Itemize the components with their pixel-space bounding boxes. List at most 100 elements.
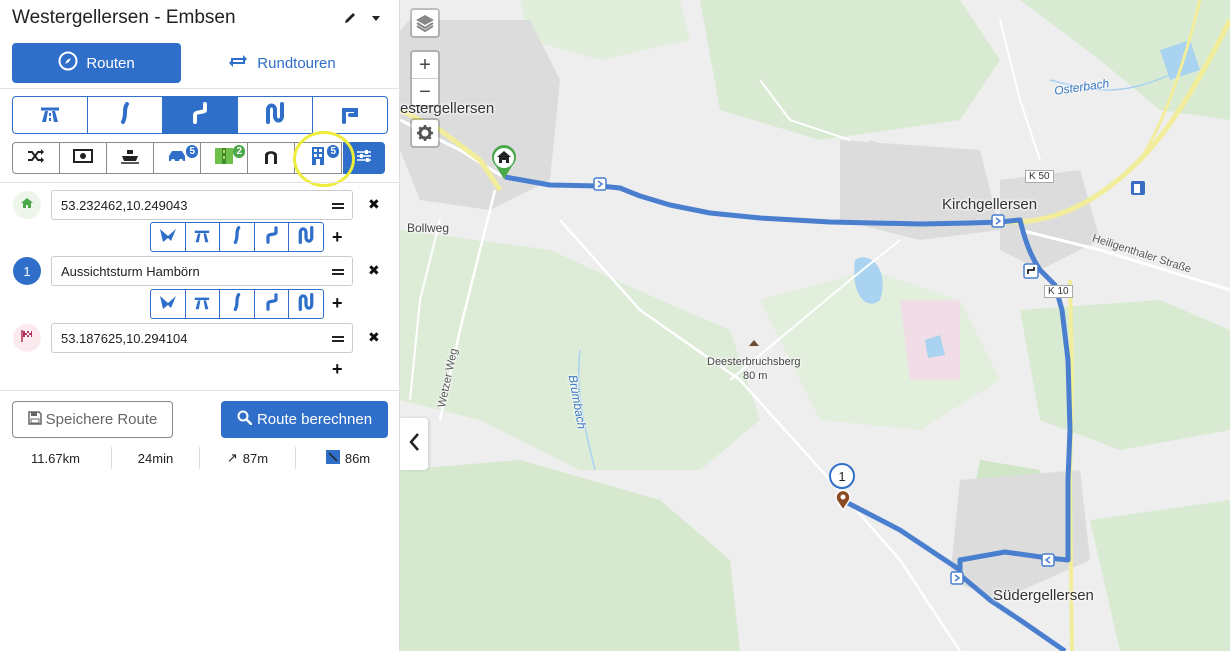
- segment-option-highway[interactable]: [186, 223, 221, 251]
- count-badge: 5: [186, 145, 198, 158]
- map-start-marker[interactable]: [489, 144, 519, 180]
- shuffle-icon: [27, 148, 45, 169]
- add-waypoint-button[interactable]: +: [332, 227, 343, 248]
- chevron-down-icon[interactable]: [372, 15, 380, 21]
- descent-value: 86m: [344, 450, 371, 466]
- car-icon: [166, 148, 188, 169]
- map-canvas: [400, 0, 1230, 651]
- arrow-up-right-icon: ↗: [226, 450, 238, 465]
- road-type-highway[interactable]: [13, 97, 88, 133]
- waypoint-input-1[interactable]: Aussichtsturm Hambörn: [51, 256, 353, 286]
- avoid-car-button[interactable]: 5: [153, 142, 201, 174]
- segment-option-very-curvy[interactable]: [289, 223, 323, 251]
- zoom-out-button[interactable]: −: [412, 79, 438, 105]
- divider: [0, 390, 400, 391]
- start-marker: [13, 191, 41, 219]
- calculate-route-button[interactable]: Route berechnen: [221, 401, 388, 438]
- gentle-curve-icon: [231, 292, 243, 316]
- waypoint-number-marker: 1: [13, 257, 41, 285]
- pencil-icon[interactable]: [342, 10, 358, 26]
- avoid-tunnel-button[interactable]: [247, 142, 295, 174]
- gear-icon[interactable]: [412, 120, 438, 146]
- map-view[interactable]: estergellersen Kirchgellersen Südergelle…: [400, 0, 1230, 651]
- road-type-very-curvy[interactable]: [238, 97, 313, 133]
- waypoint-value: 53.187625,10.294104: [61, 330, 188, 346]
- dirt-road-icon: [214, 147, 234, 170]
- waypoint-number-badge: 1: [829, 463, 855, 489]
- swallow-icon: [159, 294, 177, 315]
- segment-options: [150, 222, 324, 252]
- road-type-gentle[interactable]: [88, 97, 163, 133]
- drag-handle-icon[interactable]: [332, 269, 344, 275]
- add-waypoint-button[interactable]: +: [332, 293, 343, 314]
- drag-handle-icon[interactable]: [332, 203, 344, 209]
- map-settings-control[interactable]: [410, 118, 440, 148]
- tab-routen[interactable]: Routen: [12, 43, 181, 83]
- stat-distance: 11.67km: [0, 447, 112, 469]
- highway-icon: [39, 103, 61, 128]
- sliders-icon: [356, 149, 372, 168]
- route-settings-button[interactable]: [343, 142, 385, 174]
- collapse-sidebar-button[interactable]: [400, 418, 428, 470]
- curvy-road-icon: [264, 225, 280, 249]
- segment-option-gentle[interactable]: [220, 223, 255, 251]
- waypoint-value: Aussichtsturm Hambörn: [61, 263, 200, 279]
- map-waypoint-marker[interactable]: 1: [828, 463, 858, 511]
- peak-label: Deesterbruchsberg: [707, 356, 801, 368]
- app: Westergellersen - Embsen Routen Rundtour…: [0, 0, 1230, 651]
- route-stats: 11.67km 24min ↗ 87m 86m: [0, 447, 400, 469]
- sidebar: Westergellersen - Embsen Routen Rundtour…: [0, 0, 400, 651]
- segment-option-curvy[interactable]: [255, 290, 290, 318]
- road-type-selector: [12, 96, 388, 134]
- ferry-icon: [120, 148, 140, 169]
- drag-handle-icon[interactable]: [332, 336, 344, 342]
- route-title-bar: Westergellersen - Embsen: [12, 6, 388, 30]
- count-badge: 2: [233, 145, 245, 158]
- stat-ascent: ↗ 87m: [200, 447, 296, 469]
- save-route-button[interactable]: Speichere Route: [12, 401, 173, 438]
- curvy-road-icon: [264, 292, 280, 316]
- avoid-toll-button[interactable]: [59, 142, 107, 174]
- layers-icon[interactable]: [412, 10, 438, 36]
- remove-waypoint-button[interactable]: ✖: [368, 196, 380, 213]
- mode-tabs: Routen Rundtouren: [12, 43, 388, 83]
- map-pin-icon: [835, 489, 851, 511]
- place-label-suedergellersen: Südergellersen: [993, 587, 1094, 604]
- road-type-curvy[interactable]: [163, 97, 238, 133]
- waypoint-input-end[interactable]: 53.187625,10.294104: [51, 323, 353, 353]
- swallow-icon: [159, 227, 177, 248]
- avoid-ferry-button[interactable]: [106, 142, 154, 174]
- divider: [0, 182, 400, 183]
- money-toll-icon: [73, 148, 93, 168]
- remove-waypoint-button[interactable]: ✖: [368, 329, 380, 346]
- very-curvy-road-icon: [264, 101, 286, 129]
- place-label-kirchgellersen: Kirchgellersen: [942, 196, 1038, 213]
- layers-control[interactable]: [410, 8, 440, 38]
- segment-option-gentle[interactable]: [220, 290, 255, 318]
- ascent-value: 87m: [242, 450, 269, 466]
- tab-rundtouren[interactable]: Rundtouren: [197, 43, 366, 83]
- count-badge: 5: [327, 145, 339, 158]
- waypoint-input-start[interactable]: 53.232462,10.249043: [51, 190, 353, 220]
- segment-option-swallow[interactable]: [151, 290, 186, 318]
- segment-option-curvy[interactable]: [255, 223, 290, 251]
- segment-option-very-curvy[interactable]: [289, 290, 323, 318]
- zoom-in-button[interactable]: +: [412, 52, 438, 78]
- remove-waypoint-button[interactable]: ✖: [368, 262, 380, 279]
- road-shield-k50: K 50: [1025, 170, 1054, 183]
- avoid-shuffle-button[interactable]: [12, 142, 60, 174]
- avoid-dirt-road-button[interactable]: 2: [200, 142, 248, 174]
- segment-option-swallow[interactable]: [151, 223, 186, 251]
- hairpin-road-icon: [339, 102, 361, 129]
- compass-icon: [58, 51, 78, 75]
- divider: [0, 88, 400, 89]
- road-type-hairpin[interactable]: [313, 97, 387, 133]
- avoid-city-button[interactable]: 5: [294, 142, 342, 174]
- home-icon: [20, 196, 34, 214]
- gentle-curve-icon: [231, 225, 243, 249]
- distance-value: 11.67km: [31, 450, 80, 466]
- segment-option-highway[interactable]: [186, 290, 221, 318]
- tab-routen-label: Routen: [86, 54, 135, 72]
- add-waypoint-button[interactable]: +: [332, 359, 343, 380]
- descent-icon: [325, 449, 340, 467]
